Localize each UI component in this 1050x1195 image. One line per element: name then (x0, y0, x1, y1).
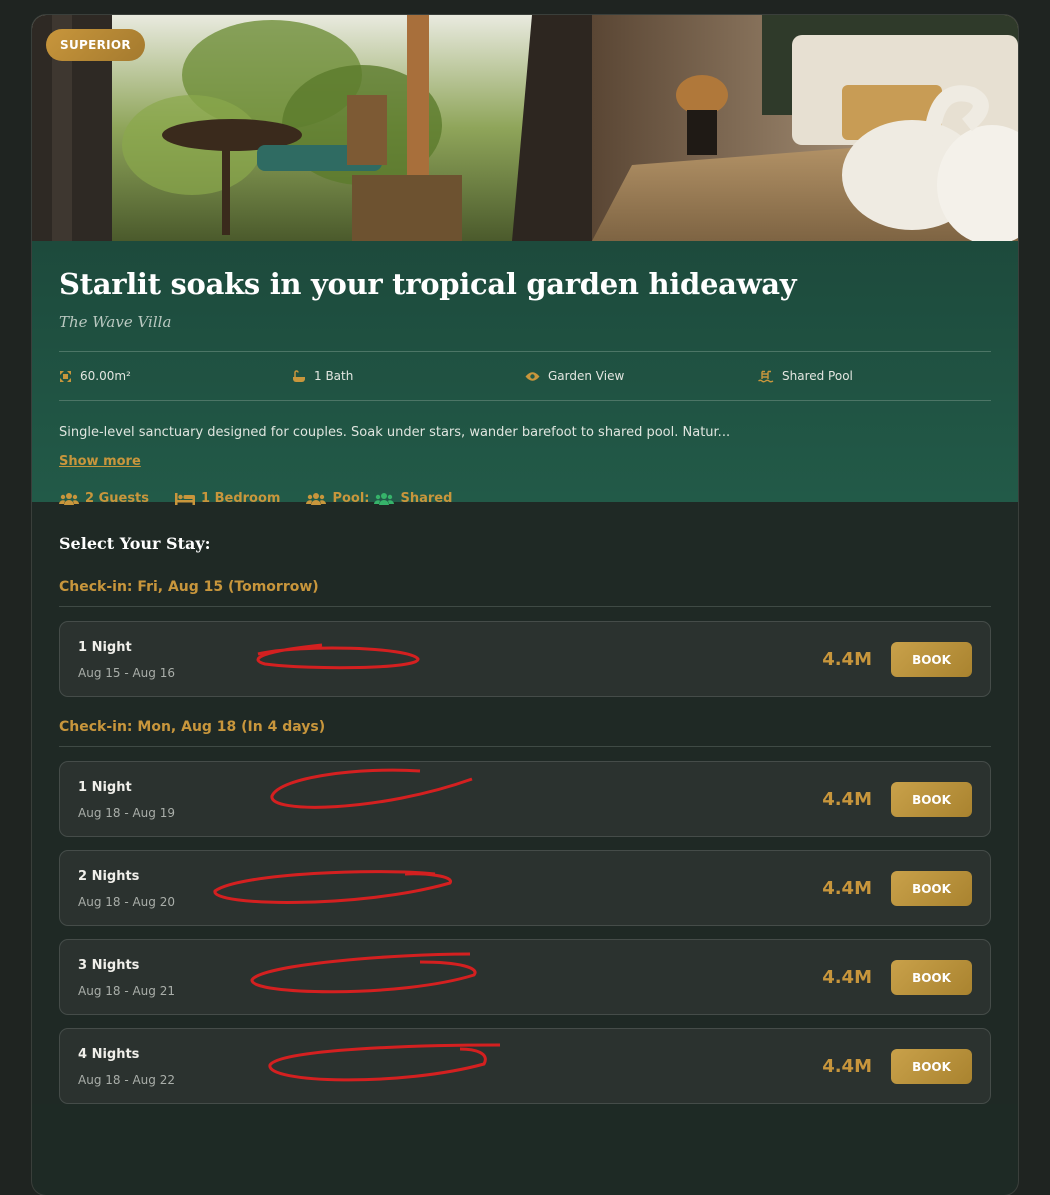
bedrooms-label: 1 Bedroom (201, 491, 281, 506)
eye-icon (525, 371, 540, 382)
room-photo: SUPERIOR (32, 15, 1018, 241)
bed-icon (175, 492, 196, 505)
redaction-scribble (256, 643, 420, 670)
amenity-view-label: Garden View (548, 369, 625, 383)
feature-guests: 2 Guests (59, 491, 149, 506)
stay-option: 3 Nights Aug 18 - Aug 21 4.4M BOOK (59, 939, 991, 1015)
stay-price: 4.4M (822, 789, 872, 810)
book-button[interactable]: BOOK (891, 782, 972, 817)
redaction-scribble (213, 870, 452, 904)
room-title: Starlit soaks in your tropical garden hi… (59, 267, 797, 301)
room-photo-image (32, 15, 1018, 241)
stay-nights: 1 Night (78, 780, 132, 795)
stay-dates: Aug 15 - Aug 16 (78, 666, 175, 680)
stay-price: 4.4M (822, 967, 872, 988)
amenities-bar: 60.00m² 1 Bath Garden View Shared Pool (59, 351, 991, 401)
room-tier-badge: SUPERIOR (46, 29, 145, 61)
stay-dates: Aug 18 - Aug 20 (78, 895, 175, 909)
pool-guests-icon (306, 492, 327, 506)
amenity-view: Garden View (525, 369, 758, 383)
stay-nights: 3 Nights (78, 958, 140, 973)
checkin-group-heading: Check-in: Mon, Aug 18 (In 4 days) (59, 719, 991, 747)
guests-label: 2 Guests (85, 491, 150, 506)
redaction-scribble (270, 768, 473, 809)
stay-price: 4.4M (822, 1056, 872, 1077)
stay-option: 4 Nights Aug 18 - Aug 22 4.4M BOOK (59, 1028, 991, 1104)
area-icon (59, 370, 72, 383)
stay-selector-heading: Select Your Stay: (59, 534, 211, 553)
bathtub-icon (292, 369, 306, 383)
amenity-bath: 1 Bath (292, 369, 525, 383)
pool-label: Pool: (332, 491, 370, 506)
shared-users-icon (374, 492, 395, 506)
feature-bedrooms: 1 Bedroom (175, 491, 280, 506)
pool-icon (758, 370, 774, 383)
guests-icon (59, 492, 79, 506)
amenity-pool: Shared Pool (758, 369, 991, 383)
stay-dates: Aug 18 - Aug 21 (78, 984, 175, 998)
book-button[interactable]: BOOK (891, 642, 972, 677)
amenity-bath-label: 1 Bath (314, 369, 354, 383)
book-button[interactable]: BOOK (891, 1049, 972, 1084)
stay-option: 1 Night Aug 15 - Aug 16 4.4M BOOK (59, 621, 991, 697)
book-button[interactable]: BOOK (891, 960, 972, 995)
stay-price: 4.4M (822, 878, 872, 899)
stay-price: 4.4M (822, 649, 872, 670)
amenity-area-label: 60.00m² (80, 369, 131, 383)
amenity-area: 60.00m² (59, 369, 292, 383)
show-more-link[interactable]: Show more (59, 454, 141, 469)
room-description: Single-level sanctuary designed for coup… (59, 425, 731, 440)
stay-dates: Aug 18 - Aug 19 (78, 806, 175, 820)
stay-option: 2 Nights Aug 18 - Aug 20 4.4M BOOK (59, 850, 991, 926)
stay-dates: Aug 18 - Aug 22 (78, 1073, 175, 1087)
stay-nights: 4 Nights (78, 1047, 140, 1062)
amenity-pool-label: Shared Pool (782, 369, 853, 383)
redaction-scribble (250, 952, 477, 994)
stay-nights: 2 Nights (78, 869, 140, 884)
book-button[interactable]: BOOK (891, 871, 972, 906)
stay-selector: Select Your Stay: Check-in: Fri, Aug 15 … (32, 502, 1018, 1104)
feature-pool: Pool: Shared (306, 491, 452, 506)
stay-option: 1 Night Aug 18 - Aug 19 4.4M BOOK (59, 761, 991, 837)
redaction-scribble (268, 1043, 501, 1082)
stay-nights: 1 Night (78, 640, 132, 655)
room-info-panel: Starlit soaks in your tropical garden hi… (32, 241, 1018, 506)
room-card: SUPERIOR Starlit soaks in your tropical … (32, 15, 1018, 1195)
villa-name: The Wave Villa (59, 313, 172, 331)
pool-value: Shared (400, 491, 453, 506)
checkin-group-heading: Check-in: Fri, Aug 15 (Tomorrow) (59, 579, 991, 607)
